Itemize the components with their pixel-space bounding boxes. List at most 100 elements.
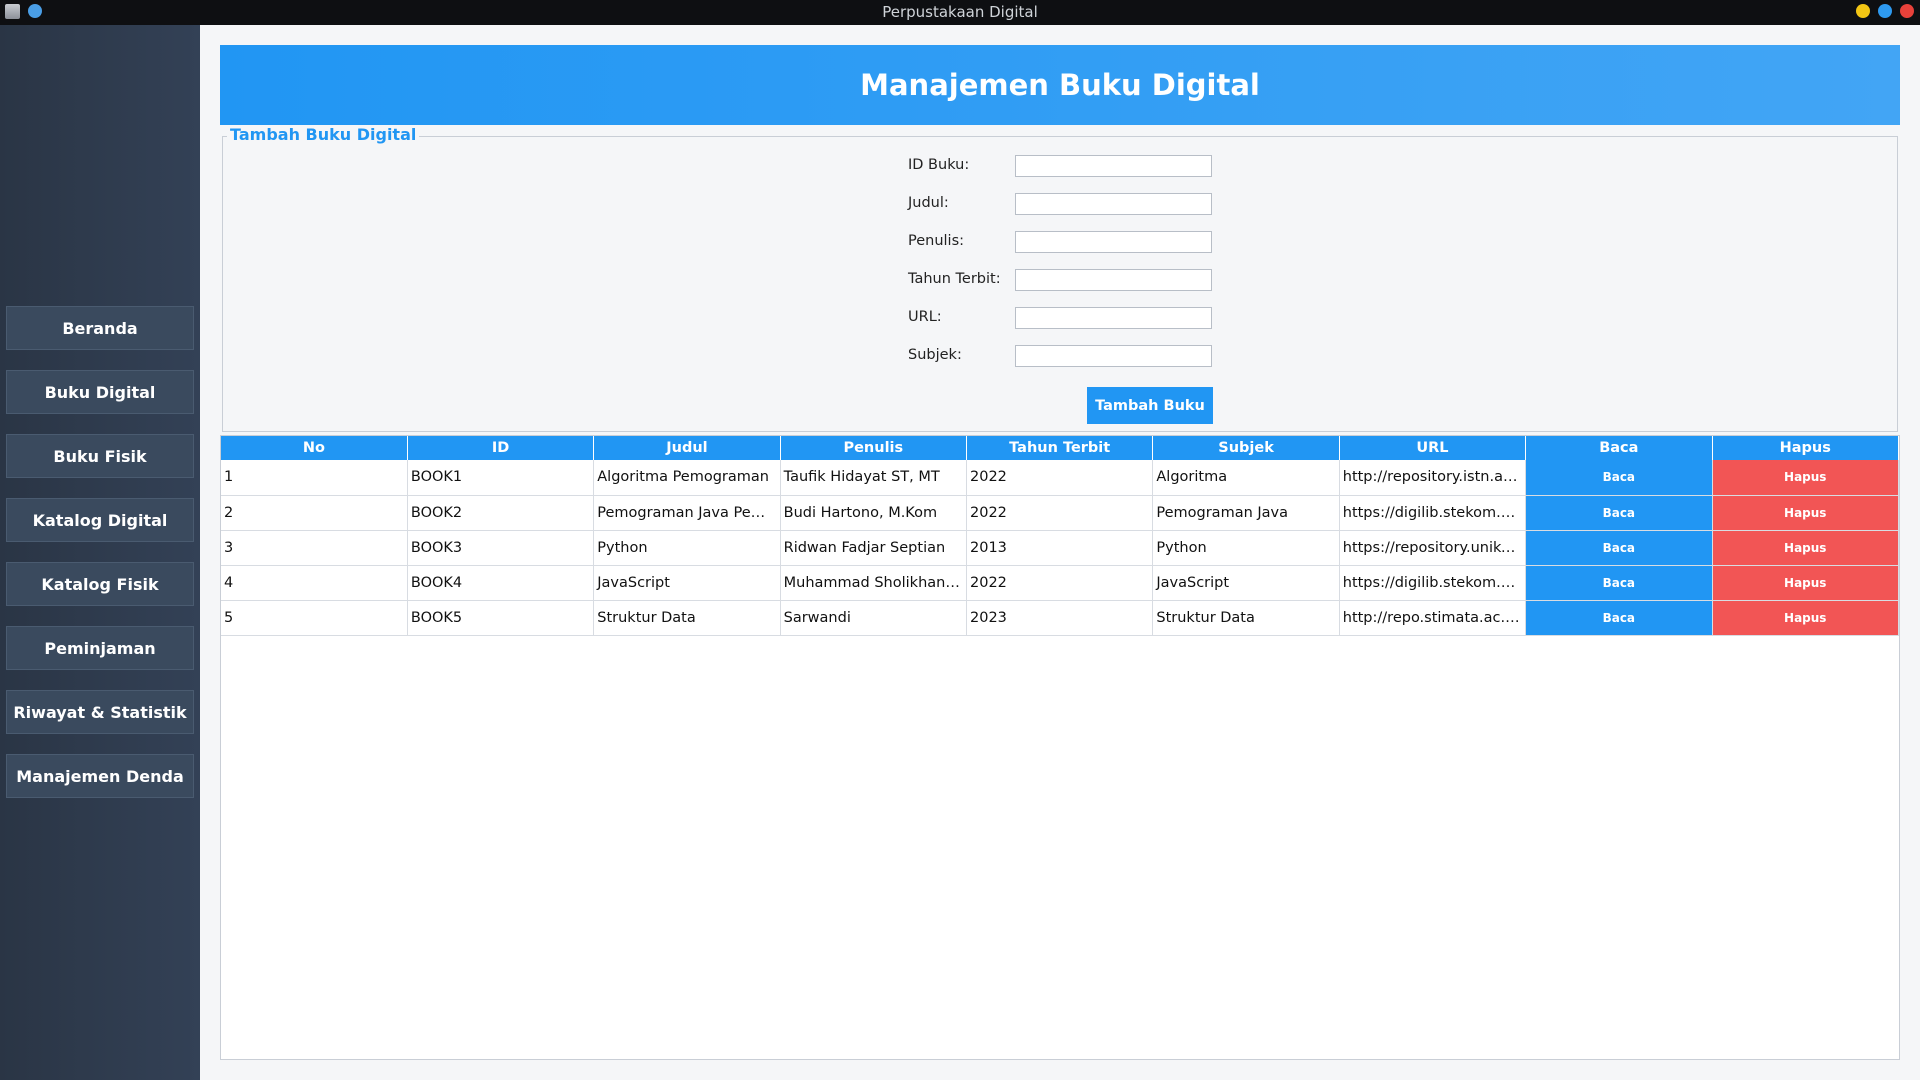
hapus-button[interactable]: Hapus <box>1712 530 1899 566</box>
column-header[interactable]: Penulis <box>780 436 968 460</box>
penulis-input[interactable] <box>1015 231 1212 253</box>
cell-id: BOOK1 <box>407 460 595 496</box>
sidebar-item-label: Katalog Digital <box>32 510 168 530</box>
books-table: No ID Judul Penulis Tahun Terbit Subjek … <box>221 436 1899 636</box>
cell-no: 2 <box>221 495 408 531</box>
table-row[interactable]: 4 BOOK4 JavaScript Muhammad Sholikhan, S… <box>221 565 1899 601</box>
field-label: Tahun Terbit: <box>908 271 1001 287</box>
cell-penulis: Taufik Hidayat ST, MT <box>780 460 968 496</box>
baca-button[interactable]: Baca <box>1525 565 1713 601</box>
sidebar-item-label: Peminjaman <box>44 638 156 658</box>
cell-penulis: Sarwandi <box>780 600 968 636</box>
cell-tahun: 2013 <box>966 530 1154 566</box>
cell-url: http://repository.istn.ac.i... <box>1339 460 1527 496</box>
sidebar-item-manajemen-denda[interactable]: Manajemen Denda <box>6 754 194 798</box>
cell-judul: Algoritma Pemograman <box>593 460 781 496</box>
hapus-button[interactable]: Hapus <box>1712 600 1899 636</box>
baca-button[interactable]: Baca <box>1525 460 1713 496</box>
cell-url: https://repository.uniko... <box>1339 530 1527 566</box>
cell-subjek: Pemograman Java <box>1152 495 1340 531</box>
cell-id: BOOK3 <box>407 530 595 566</box>
cell-penulis: Muhammad Sholikhan, S... <box>780 565 968 601</box>
column-header[interactable]: ID <box>407 436 595 460</box>
baca-button[interactable]: Baca <box>1525 495 1713 531</box>
cell-tahun: 2023 <box>966 600 1154 636</box>
column-header[interactable]: No <box>221 436 408 460</box>
sidebar-item-label: Manajemen Denda <box>16 766 184 786</box>
cell-judul: Python <box>593 530 781 566</box>
cell-judul: Struktur Data <box>593 600 781 636</box>
maximize-icon[interactable] <box>1878 4 1892 18</box>
cell-tahun: 2022 <box>966 460 1154 496</box>
cell-no: 4 <box>221 565 408 601</box>
cell-tahun: 2022 <box>966 565 1154 601</box>
sidebar: Beranda Buku Digital Buku Fisik Katalog … <box>0 25 200 1080</box>
column-header[interactable]: Subjek <box>1152 436 1340 460</box>
table-header-row: No ID Judul Penulis Tahun Terbit Subjek … <box>221 436 1899 460</box>
baca-button[interactable]: Baca <box>1525 600 1713 636</box>
table-row[interactable]: 5 BOOK5 Struktur Data Sarwandi 2023 Stru… <box>221 600 1899 636</box>
form-legend: Tambah Buku Digital <box>227 125 420 144</box>
sidebar-item-buku-fisik[interactable]: Buku Fisik <box>6 434 194 478</box>
baca-button[interactable]: Baca <box>1525 530 1713 566</box>
column-header[interactable]: Judul <box>593 436 781 460</box>
window-title: Perpustakaan Digital <box>882 3 1038 21</box>
main-content: Manajemen Buku Digital Tambah Buku Digit… <box>200 25 1920 1080</box>
column-header[interactable]: Tahun Terbit <box>966 436 1154 460</box>
field-label: Judul: <box>908 195 949 211</box>
cell-no: 5 <box>221 600 408 636</box>
field-label: Penulis: <box>908 233 965 249</box>
cell-judul: JavaScript <box>593 565 781 601</box>
add-book-button[interactable]: Tambah Buku <box>1087 387 1213 424</box>
cell-id: BOOK4 <box>407 565 595 601</box>
cell-url: https://digilib.stekom.ac.... <box>1339 565 1527 601</box>
sidebar-item-label: Riwayat & Statistik <box>13 702 187 722</box>
sidebar-item-katalog-digital[interactable]: Katalog Digital <box>6 498 194 542</box>
column-header[interactable]: Baca <box>1525 436 1713 460</box>
column-header[interactable]: URL <box>1339 436 1527 460</box>
table-row[interactable]: 2 BOOK2 Pemograman Java Pemula Budi Hart… <box>221 495 1899 531</box>
hapus-button[interactable]: Hapus <box>1712 565 1899 601</box>
add-book-form: Tambah Buku Digital ID Buku: Judul: Penu… <box>222 125 1898 432</box>
cell-judul: Pemograman Java Pemula <box>593 495 781 531</box>
tahun-terbit-input[interactable] <box>1015 269 1212 291</box>
cell-subjek: JavaScript <box>1152 565 1340 601</box>
cell-url: http://repo.stimata.ac.id/... <box>1339 600 1527 636</box>
sidebar-item-riwayat-statistik[interactable]: Riwayat & Statistik <box>6 690 194 734</box>
cell-tahun: 2022 <box>966 495 1154 531</box>
hapus-button[interactable]: Hapus <box>1712 460 1899 496</box>
cell-no: 1 <box>221 460 408 496</box>
cell-penulis: Budi Hartono, M.Kom <box>780 495 968 531</box>
sidebar-item-label: Buku Fisik <box>53 446 147 466</box>
sidebar-item-label: Beranda <box>62 318 138 338</box>
minimize-icon[interactable] <box>1856 4 1870 18</box>
cell-subjek: Python <box>1152 530 1340 566</box>
cell-no: 3 <box>221 530 408 566</box>
cell-id: BOOK2 <box>407 495 595 531</box>
sidebar-item-buku-digital[interactable]: Buku Digital <box>6 370 194 414</box>
url-input[interactable] <box>1015 307 1212 329</box>
title-bar: Perpustakaan Digital <box>0 0 1920 25</box>
hapus-button[interactable]: Hapus <box>1712 495 1899 531</box>
sidebar-item-peminjaman[interactable]: Peminjaman <box>6 626 194 670</box>
close-icon[interactable] <box>1900 4 1914 18</box>
sidebar-item-katalog-fisik[interactable]: Katalog Fisik <box>6 562 194 606</box>
field-label: URL: <box>908 309 942 325</box>
page-title: Manajemen Buku Digital <box>860 68 1260 102</box>
subjek-input[interactable] <box>1015 345 1212 367</box>
cell-subjek: Algoritma <box>1152 460 1340 496</box>
table-row[interactable]: 1 BOOK1 Algoritma Pemograman Taufik Hida… <box>221 460 1899 496</box>
header-banner: Manajemen Buku Digital <box>220 45 1900 125</box>
judul-input[interactable] <box>1015 193 1212 215</box>
cell-subjek: Struktur Data <box>1152 600 1340 636</box>
sidebar-item-label: Buku Digital <box>44 382 156 402</box>
cell-penulis: Ridwan Fadjar Septian <box>780 530 968 566</box>
field-label: Subjek: <box>908 347 962 363</box>
table-row[interactable]: 3 BOOK3 Python Ridwan Fadjar Septian 201… <box>221 530 1899 566</box>
sidebar-item-beranda[interactable]: Beranda <box>6 306 194 350</box>
column-header[interactable]: Hapus <box>1712 436 1899 460</box>
cell-url: https://digilib.stekom.ac.... <box>1339 495 1527 531</box>
id-buku-input[interactable] <box>1015 155 1212 177</box>
books-table-container: No ID Judul Penulis Tahun Terbit Subjek … <box>220 435 1900 1060</box>
sidebar-item-label: Katalog Fisik <box>41 574 159 594</box>
